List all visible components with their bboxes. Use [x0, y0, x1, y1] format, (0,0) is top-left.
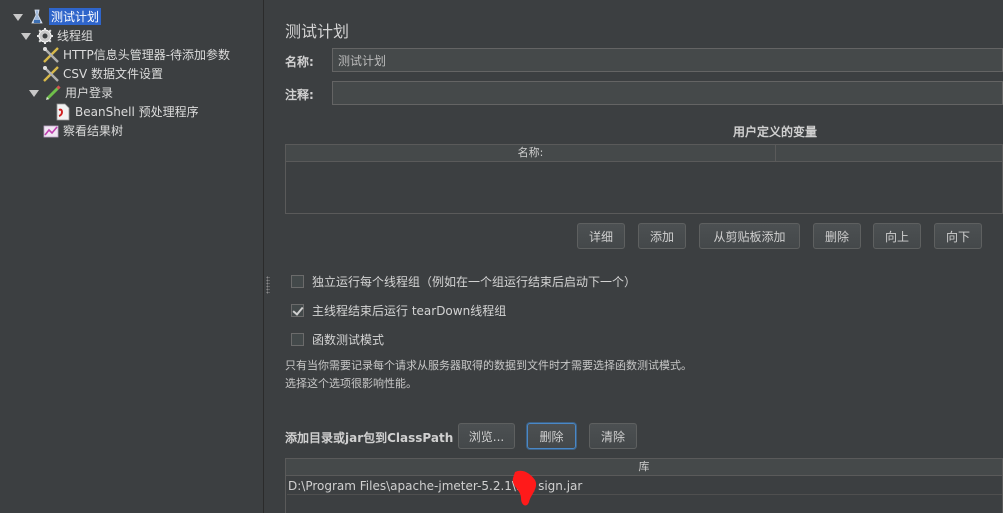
test-plan-editor: 测试计划 名称: 注释: 用户定义的变量 名称: 详细 添加 从剪贴板添加 删除… — [273, 0, 1003, 513]
run-thread-groups-serially-option[interactable]: 独立运行每个线程组（例如在一个组运行结束后启动下一个） — [291, 273, 636, 290]
teardown-label[interactable]: 主线程结束后运行 tearDown线程组 — [312, 302, 506, 319]
comment-field[interactable] — [332, 81, 1003, 105]
functional-test-mode-option[interactable]: 函数测试模式 — [291, 331, 384, 348]
functional-mode-note: 只有当你需要记录每个请求从服务器取得的数据到文件时才需要选择函数测试模式。 — [285, 359, 692, 372]
move-down-button[interactable]: 向下 — [934, 223, 982, 249]
user-variables-title: 用户定义的变量 — [733, 125, 818, 139]
gear-icon — [36, 27, 54, 45]
tree-node-thread-group[interactable]: 线程组 — [20, 26, 93, 45]
tree-label-http-header-manager[interactable]: HTTP信息头管理器-待添加参数 — [63, 46, 230, 63]
pen-icon — [44, 84, 62, 102]
tree-label-view-results-tree[interactable]: 察看结果树 — [63, 122, 123, 139]
wrench-icon — [42, 65, 60, 83]
tree-node-beanshell-preprocessor[interactable]: BeanShell 预处理程序 — [54, 102, 199, 121]
add-button[interactable]: 添加 — [638, 223, 686, 249]
tree-label-test-plan[interactable]: 测试计划 — [49, 8, 102, 25]
add-from-clipboard-button[interactable]: 从剪贴板添加 — [699, 223, 800, 249]
page-title: 测试计划 — [285, 22, 350, 41]
functional-mode-checkbox[interactable] — [291, 333, 304, 346]
run-serially-label[interactable]: 独立运行每个线程组（例如在一个组运行结束后启动下一个） — [312, 273, 636, 290]
teardown-checkbox[interactable] — [291, 304, 304, 317]
wrench-icon — [42, 46, 60, 64]
performance-note: 选择这个选项很影响性能。 — [285, 377, 417, 390]
library-table-header: 库 — [286, 459, 1002, 476]
expand-arrow-icon[interactable] — [20, 30, 32, 42]
run-serially-checkbox[interactable] — [291, 275, 304, 288]
detail-button[interactable]: 详细 — [577, 223, 625, 249]
name-field[interactable] — [332, 48, 1003, 72]
tree-label-user-login[interactable]: 用户登录 — [65, 84, 113, 101]
library-table[interactable]: 库 D:\Program Files\apache-jmeter-5.2.1\l… — [285, 458, 1003, 513]
user-variables-table-header: 名称: — [286, 145, 1002, 162]
user-variables-table[interactable]: 名称: — [285, 144, 1003, 214]
library-row[interactable]: D:\Program Files\apache-jmeter-5.2.1\lib… — [287, 477, 1002, 495]
teardown-after-shutdown-option[interactable]: 主线程结束后运行 tearDown线程组 — [291, 302, 506, 319]
delete-variable-button[interactable]: 删除 — [813, 223, 861, 249]
functional-mode-label[interactable]: 函数测试模式 — [312, 331, 384, 348]
clear-classpath-button[interactable]: 清除 — [589, 423, 637, 449]
panel-splitter[interactable] — [263, 0, 273, 513]
browse-button[interactable]: 浏览... — [458, 423, 515, 449]
classpath-label: 添加目录或jar包到ClassPath — [285, 431, 454, 445]
expand-arrow-icon[interactable] — [12, 11, 24, 23]
document-icon — [54, 103, 72, 121]
tree-node-user-login[interactable]: 用户登录 — [28, 83, 113, 102]
column-header-name[interactable]: 名称: — [286, 145, 776, 161]
test-tree-panel: 测试计划 线程组 HTTP信息头管理器-待添加参数 CSV 数据文件设置 用户登… — [0, 0, 263, 513]
tree-node-csv-data-set[interactable]: CSV 数据文件设置 — [42, 64, 163, 83]
name-label: 名称: — [285, 55, 314, 69]
expand-arrow-icon[interactable] — [28, 87, 40, 99]
chart-icon — [42, 122, 60, 140]
test-plan-icon — [28, 8, 46, 26]
tree-node-test-plan[interactable]: 测试计划 — [12, 7, 102, 26]
column-header-value[interactable] — [776, 145, 1002, 161]
redaction-mark-icon — [512, 470, 537, 506]
tree-node-http-header-manager[interactable]: HTTP信息头管理器-待添加参数 — [42, 45, 230, 64]
move-up-button[interactable]: 向上 — [873, 223, 921, 249]
delete-classpath-button[interactable]: 删除 — [527, 423, 576, 449]
comment-label: 注释: — [285, 88, 314, 102]
tree-label-beanshell-preprocessor[interactable]: BeanShell 预处理程序 — [75, 103, 199, 120]
tree-node-view-results-tree[interactable]: 察看结果树 — [42, 121, 123, 140]
column-header-library[interactable]: 库 — [286, 459, 1002, 475]
splitter-grip-icon[interactable] — [266, 276, 270, 294]
tree-label-thread-group[interactable]: 线程组 — [57, 27, 93, 44]
tree-label-csv-data-set[interactable]: CSV 数据文件设置 — [63, 65, 163, 82]
